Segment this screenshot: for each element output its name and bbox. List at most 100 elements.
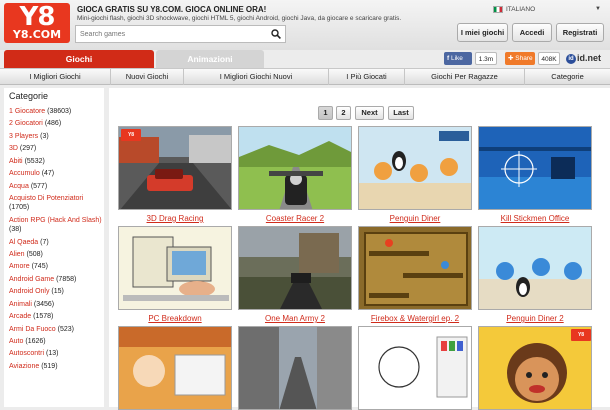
category-name[interactable]: Auto: [9, 338, 23, 345]
tab-animations[interactable]: Animazioni: [156, 50, 264, 68]
category-name[interactable]: Android Only: [9, 288, 49, 295]
facebook-like-button[interactable]: f Like: [444, 52, 472, 65]
nav-girl-games[interactable]: Giochi Per Ragazze: [405, 69, 525, 85]
list-item[interactable]: Armi Da Fuoco (523): [9, 325, 104, 334]
category-count: (508): [26, 250, 43, 258]
list-item[interactable]: Animali (3456): [9, 300, 104, 309]
game-title-link[interactable]: Kill Stickmen Office: [478, 214, 592, 223]
search-input[interactable]: [76, 26, 256, 42]
last-page-button[interactable]: Last: [388, 106, 414, 120]
category-name[interactable]: Accumulo: [9, 170, 40, 177]
list-item[interactable]: Amore (745): [9, 262, 104, 271]
category-list: 1 Giocatore (38603) 2 Giocatori (486) 3 …: [4, 107, 104, 371]
page-1-button[interactable]: 1: [318, 106, 333, 120]
crosshair-icon: [479, 127, 591, 209]
game-thumbnail[interactable]: [358, 326, 472, 410]
list-item[interactable]: 1 Giocatore (38603): [9, 107, 104, 116]
nav-best-games[interactable]: I Migliori Giochi: [0, 69, 111, 85]
game-title-link[interactable]: 3D Drag Racing: [118, 214, 232, 223]
category-name[interactable]: Animali: [9, 301, 32, 308]
page-2-button[interactable]: 2: [336, 106, 351, 120]
language-selector[interactable]: ITALIANO ▼: [493, 6, 605, 17]
category-count: (1705): [9, 204, 30, 212]
game-thumbnail[interactable]: [238, 326, 352, 410]
list-item[interactable]: Abiti (5532): [9, 157, 104, 166]
list-item[interactable]: 3 Players (3): [9, 132, 104, 141]
game-title-link[interactable]: PC Breakdown: [118, 314, 232, 323]
game-thumbnail[interactable]: [358, 126, 472, 210]
category-name[interactable]: Abiti: [9, 158, 23, 165]
game-title-link[interactable]: Coaster Racer 2: [238, 214, 352, 223]
list-item[interactable]: Acquisto Di Potenziatori (1705): [9, 194, 104, 213]
y8-logo[interactable]: Y8 Y8.COM: [4, 3, 70, 43]
list-item[interactable]: Aviazione (519): [9, 362, 104, 371]
idnet-link[interactable]: id id.net: [566, 52, 602, 65]
list-item[interactable]: Accumulo (47): [9, 169, 104, 178]
site-subtagline: Mini-giochi flash, giochi 3D shockwave, …: [77, 15, 402, 22]
list-item[interactable]: Al Qaeda (7): [9, 238, 104, 247]
tab-games[interactable]: Giochi: [4, 50, 154, 68]
category-name[interactable]: Aviazione: [9, 363, 39, 370]
category-name[interactable]: Armi Da Fuoco: [9, 326, 56, 333]
game-thumbnail[interactable]: Y8: [478, 326, 592, 410]
category-count: (15): [51, 288, 64, 296]
search-icon[interactable]: [271, 29, 281, 39]
list-item[interactable]: Action RPG (Hack And Slash) (38): [9, 216, 104, 235]
categories-sidebar: Categorie 1 Giocatore (38603) 2 Giocator…: [4, 88, 104, 407]
category-count: (486): [44, 120, 62, 128]
game-thumbnail[interactable]: Y8: [118, 126, 232, 210]
list-item[interactable]: Autoscontri (13): [9, 349, 104, 358]
game-title-link[interactable]: Penguin Diner 2: [478, 314, 592, 323]
category-name[interactable]: Autoscontri: [9, 350, 44, 357]
register-button[interactable]: Registrati: [556, 23, 604, 42]
next-page-button[interactable]: Next: [355, 106, 384, 120]
share-button[interactable]: ✚ Share: [505, 52, 535, 65]
category-name[interactable]: 2 Giocatori: [9, 120, 43, 127]
game-thumbnail[interactable]: [238, 226, 352, 310]
list-item[interactable]: Android Game (7858): [9, 275, 104, 284]
gun-icon: [239, 227, 351, 309]
game-thumbnail[interactable]: [358, 226, 472, 310]
category-name[interactable]: Amore: [9, 263, 30, 270]
game-title-link[interactable]: One Man Army 2: [238, 314, 352, 323]
game-thumbnail[interactable]: [238, 126, 352, 210]
list-item[interactable]: 3D (297): [9, 144, 104, 153]
game-title-link[interactable]: Firebox & Watergirl ep. 2: [358, 314, 472, 323]
cooking-icon: [119, 327, 231, 409]
logo-text: Y8: [19, 2, 56, 32]
category-count: (745): [31, 263, 48, 271]
game-thumbnail[interactable]: [478, 126, 592, 210]
category-name[interactable]: 3D: [9, 145, 18, 152]
penguin-icon: [359, 127, 471, 209]
game-title-link[interactable]: Penguin Diner: [358, 214, 472, 223]
category-name[interactable]: Acquisto Di Potenziatori: [9, 195, 83, 202]
category-name[interactable]: Arcade: [9, 313, 31, 320]
category-name[interactable]: Action RPG (Hack And Slash): [9, 217, 102, 224]
category-name[interactable]: Alien: [9, 251, 25, 258]
category-name[interactable]: 3 Players: [9, 133, 38, 140]
category-count: (7858): [56, 275, 77, 283]
my-games-button[interactable]: I miei giochi: [457, 23, 508, 42]
game-thumbnail[interactable]: [118, 326, 232, 410]
nav-new-games[interactable]: Nuovi Giochi: [111, 69, 184, 85]
idnet-label: id.net: [577, 53, 601, 63]
nav-best-new-games[interactable]: I Migliori Giochi Nuovi: [184, 69, 329, 85]
list-item[interactable]: Alien (508): [9, 250, 104, 259]
category-count: (1626): [25, 338, 46, 346]
list-item[interactable]: Android Only (15): [9, 287, 104, 296]
game-thumbnail[interactable]: [118, 226, 232, 310]
list-item[interactable]: Auto (1626): [9, 337, 104, 346]
category-name[interactable]: Acqua: [9, 183, 29, 190]
list-item[interactable]: 2 Giocatori (486): [9, 119, 104, 128]
category-name[interactable]: 1 Giocatore: [9, 108, 45, 115]
login-button[interactable]: Accedi: [512, 23, 552, 42]
category-count: (5532): [24, 157, 45, 165]
list-item[interactable]: Acqua (577): [9, 182, 104, 191]
nav-categories[interactable]: Categorie: [525, 69, 610, 85]
game-thumbnail[interactable]: [478, 226, 592, 310]
category-name[interactable]: Android Game: [9, 276, 54, 283]
like-count: 1.3m: [475, 52, 497, 65]
category-name[interactable]: Al Qaeda: [9, 239, 38, 246]
nav-most-played[interactable]: I Più Giocati: [329, 69, 405, 85]
list-item[interactable]: Arcade (1578): [9, 312, 104, 321]
